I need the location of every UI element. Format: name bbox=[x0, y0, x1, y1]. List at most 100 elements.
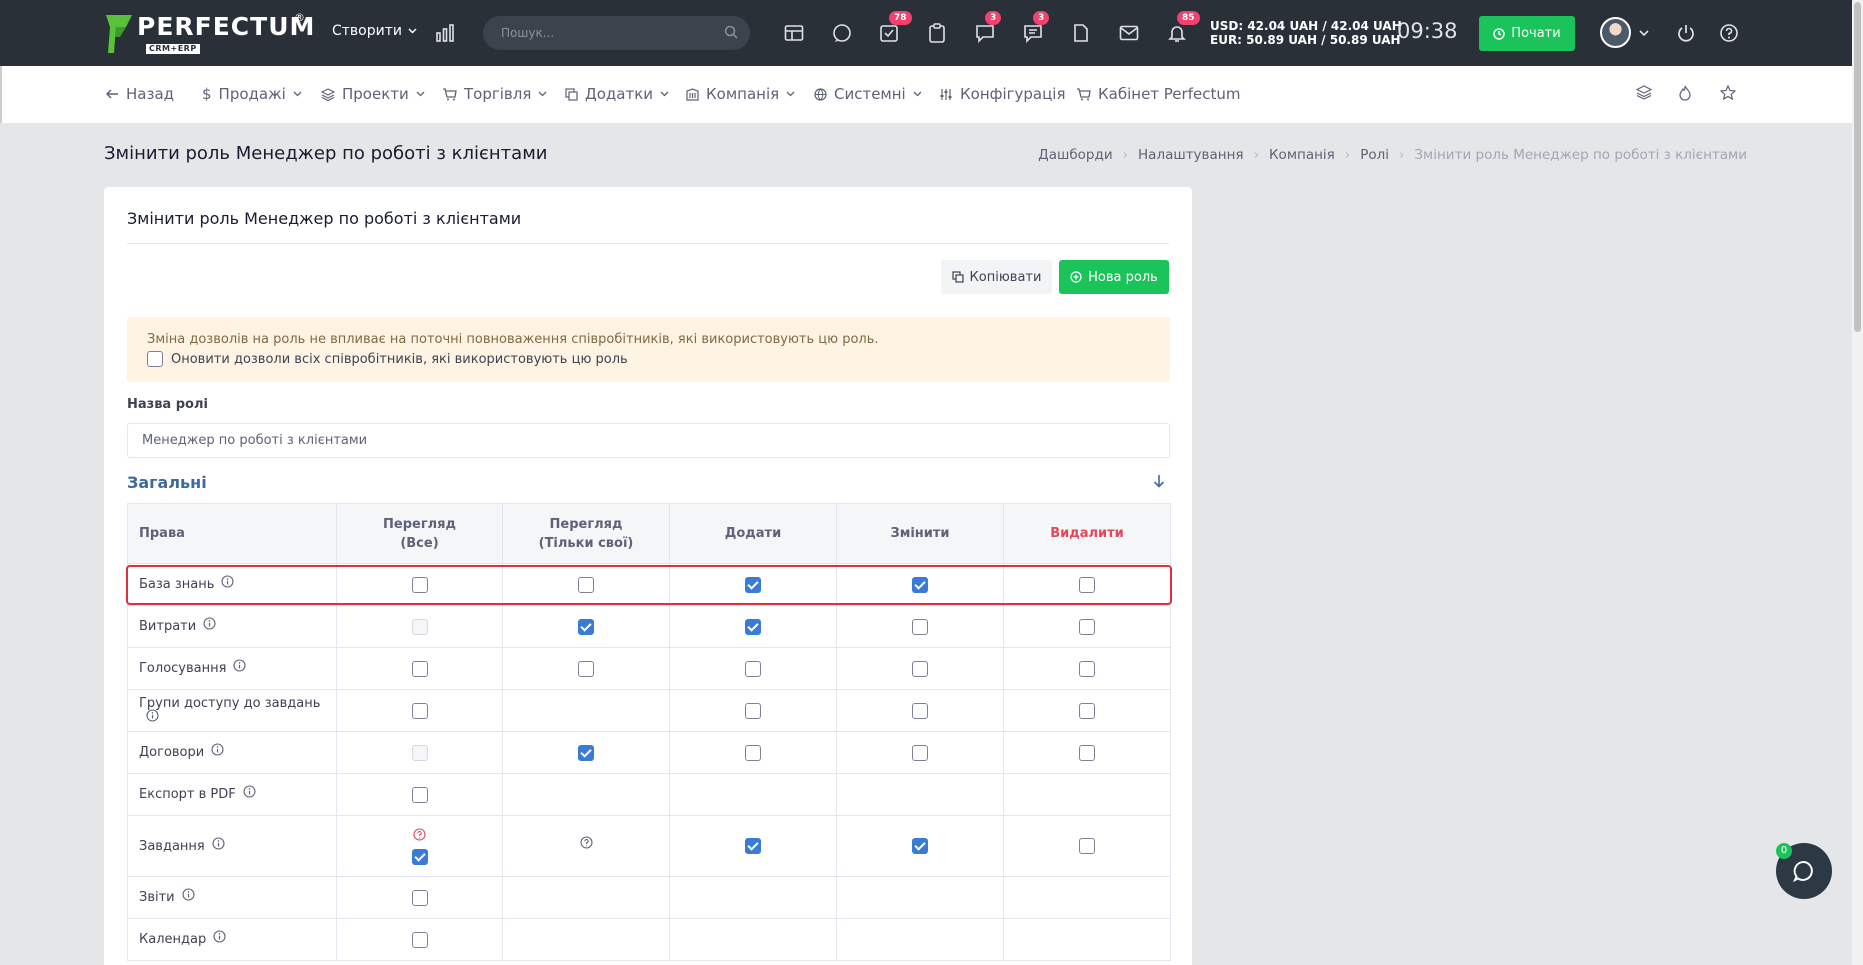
permission-checkbox-view-all[interactable] bbox=[411, 931, 428, 948]
messages-icon[interactable]: 3 bbox=[1019, 11, 1050, 47]
arrow-down-icon[interactable] bbox=[1153, 474, 1165, 488]
permission-checkbox-view-all[interactable] bbox=[411, 848, 428, 865]
fire-icon[interactable] bbox=[1678, 85, 1692, 101]
avatar[interactable] bbox=[1600, 17, 1631, 48]
nav-trade[interactable]: Торгівля bbox=[442, 85, 547, 103]
permission-checkbox-delete[interactable] bbox=[1079, 744, 1095, 761]
info-icon[interactable] bbox=[203, 617, 216, 634]
bell-icon[interactable]: 85 bbox=[1163, 11, 1200, 47]
new-role-button[interactable]: Нова роль bbox=[1059, 260, 1169, 294]
scrollbar-thumb[interactable] bbox=[1854, 2, 1861, 332]
permission-checkbox-add[interactable] bbox=[745, 576, 761, 593]
permission-checkbox-view-own[interactable] bbox=[578, 618, 594, 635]
breadcrumb-company[interactable]: Компанія bbox=[1269, 147, 1335, 163]
copy-button[interactable]: Копіювати bbox=[941, 260, 1052, 294]
tasks-icon[interactable]: 78 bbox=[875, 11, 912, 47]
page-scrollbar[interactable] bbox=[1852, 0, 1863, 965]
info-icon[interactable] bbox=[182, 888, 195, 905]
permission-checkbox-view-own[interactable] bbox=[578, 576, 594, 593]
col-view-all-sub: (Все) bbox=[400, 535, 439, 551]
nav-back[interactable]: Назад bbox=[106, 85, 174, 103]
card-title: Змінити роль Менеджер по роботі з клієнт… bbox=[127, 209, 522, 228]
info-icon[interactable] bbox=[212, 836, 225, 854]
permission-cell-edit bbox=[836, 815, 1004, 877]
start-button[interactable]: Почати bbox=[1479, 16, 1575, 51]
permission-checkbox-view-all[interactable] bbox=[411, 786, 428, 803]
create-menu[interactable]: Створити bbox=[332, 23, 417, 39]
nav-sales[interactable]: $ Продажі bbox=[202, 85, 302, 103]
chart-icon[interactable] bbox=[431, 19, 459, 47]
nav-cabinet[interactable]: Кабінет Perfectum bbox=[1076, 85, 1240, 103]
permissions-table: Права Перегляд (Все) Перегляд (Тільки св… bbox=[127, 503, 1171, 961]
permission-checkbox-edit[interactable] bbox=[912, 576, 928, 593]
help-icon[interactable] bbox=[1715, 19, 1743, 47]
breadcrumb-dashboards[interactable]: Дашборди bbox=[1038, 147, 1112, 163]
permission-checkbox-add[interactable] bbox=[745, 660, 761, 677]
permission-checkbox-edit[interactable] bbox=[912, 838, 928, 854]
section-title[interactable]: Загальні bbox=[127, 473, 207, 492]
permission-checkbox-delete[interactable] bbox=[1079, 576, 1095, 593]
clipboard-icon[interactable] bbox=[923, 19, 951, 47]
info-icon[interactable] bbox=[221, 575, 234, 592]
permission-checkbox-view-own[interactable] bbox=[578, 744, 594, 761]
role-name-input[interactable] bbox=[127, 423, 1170, 458]
permission-checkbox-view-all[interactable] bbox=[411, 660, 428, 677]
star-icon[interactable] bbox=[1720, 85, 1736, 100]
permission-checkbox-view-own[interactable] bbox=[578, 660, 594, 677]
breadcrumb: Дашборди › Налаштування › Компанія › Рол… bbox=[1038, 147, 1747, 163]
logo[interactable]: PERFECTUM CRM+ERP ® bbox=[104, 11, 315, 55]
search-input[interactable] bbox=[501, 16, 711, 50]
permission-checkbox-add[interactable] bbox=[745, 744, 761, 761]
permission-name-cell: Календар bbox=[127, 918, 337, 961]
permission-checkbox-delete[interactable] bbox=[1079, 702, 1095, 719]
permission-cell-delete bbox=[1003, 563, 1171, 606]
nav-company[interactable]: Компанія bbox=[686, 85, 795, 103]
info-icon[interactable] bbox=[211, 743, 224, 760]
comments-icon[interactable]: 3 bbox=[971, 11, 1002, 47]
breadcrumb-roles[interactable]: Ролі bbox=[1360, 147, 1389, 163]
permission-checkbox-delete[interactable] bbox=[1079, 618, 1095, 635]
info-icon[interactable] bbox=[243, 785, 256, 802]
update-employees-checkbox[interactable] bbox=[147, 351, 163, 367]
permission-checkbox-add[interactable] bbox=[745, 702, 761, 719]
info-icon[interactable] bbox=[146, 708, 159, 726]
building-icon bbox=[686, 87, 699, 101]
permission-name: Календар bbox=[139, 932, 207, 947]
permission-checkbox-add[interactable] bbox=[745, 618, 761, 635]
permission-checkbox-view-all[interactable] bbox=[411, 576, 428, 593]
info-icon[interactable] bbox=[233, 659, 246, 676]
permission-cell-edit bbox=[836, 647, 1004, 690]
permission-checkbox-edit[interactable] bbox=[912, 618, 928, 635]
layers-icon[interactable] bbox=[1636, 85, 1652, 100]
nav-system[interactable]: Системні bbox=[814, 85, 922, 103]
permission-checkbox-edit[interactable] bbox=[912, 744, 928, 761]
question-icon[interactable] bbox=[503, 835, 669, 853]
breadcrumb-settings[interactable]: Налаштування bbox=[1138, 147, 1244, 163]
question-icon[interactable] bbox=[337, 827, 502, 845]
calendar-icon[interactable] bbox=[780, 19, 808, 47]
nav-trade-label: Торгівля bbox=[464, 85, 532, 103]
permission-checkbox-delete[interactable] bbox=[1079, 660, 1095, 677]
permission-checkbox-edit[interactable] bbox=[912, 660, 928, 677]
permission-checkbox-delete[interactable] bbox=[1079, 838, 1095, 854]
plus-circle-icon bbox=[1070, 271, 1082, 283]
permission-checkbox-edit[interactable] bbox=[912, 702, 928, 719]
nav-config[interactable]: Конфігурація bbox=[939, 85, 1066, 103]
permission-cell-view-own bbox=[502, 876, 670, 919]
info-icon[interactable] bbox=[213, 930, 226, 947]
nav-company-label: Компанія bbox=[706, 85, 780, 103]
file-icon[interactable] bbox=[1067, 19, 1095, 47]
search-icon[interactable] bbox=[724, 25, 738, 39]
update-employees-option[interactable]: Оновити дозволи всіх співробітників, які… bbox=[147, 351, 628, 367]
col-view-own-label: Перегляд bbox=[549, 516, 623, 532]
table-row: База знань bbox=[127, 563, 1171, 606]
nav-projects[interactable]: Проекти bbox=[321, 85, 425, 103]
permission-checkbox-view-all[interactable] bbox=[411, 702, 428, 719]
power-icon[interactable] bbox=[1672, 19, 1700, 47]
mail-icon[interactable] bbox=[1115, 19, 1143, 47]
chat-icon[interactable] bbox=[828, 19, 856, 47]
permission-checkbox-add[interactable] bbox=[745, 838, 761, 854]
nav-addons[interactable]: Додатки bbox=[565, 85, 669, 103]
chevron-down-icon[interactable] bbox=[1630, 19, 1658, 47]
permission-checkbox-view-all[interactable] bbox=[411, 889, 428, 906]
